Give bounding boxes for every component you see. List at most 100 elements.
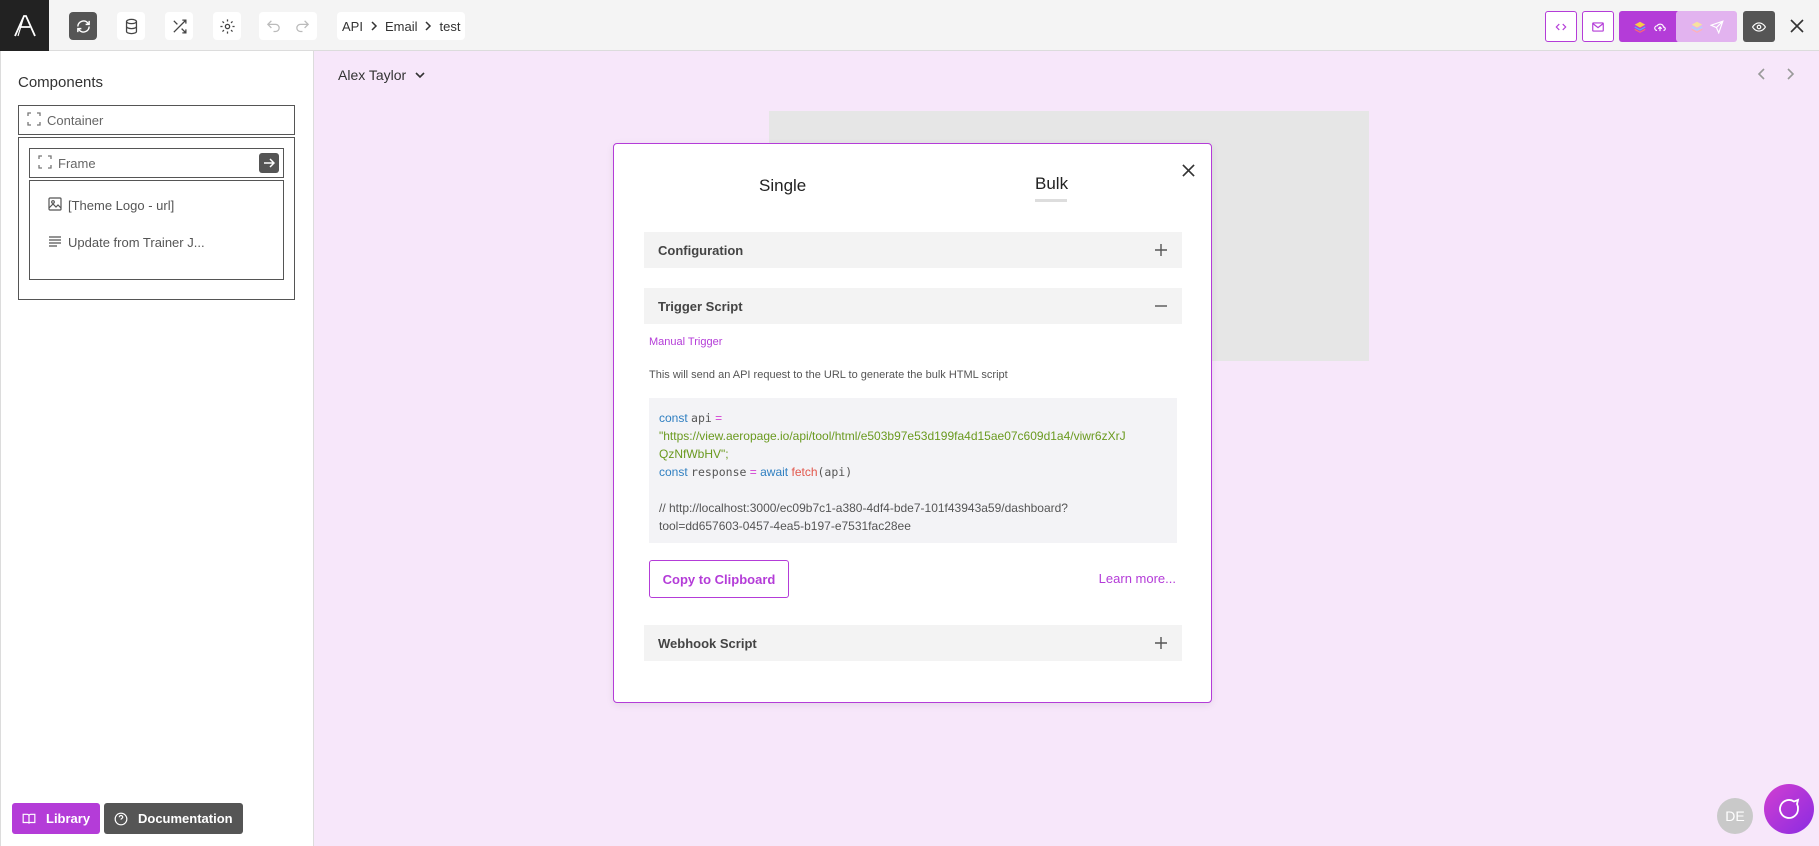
code-operator: = (715, 411, 723, 425)
configuration-accordion[interactable]: Configuration (644, 232, 1182, 268)
component-container[interactable]: Container (18, 105, 295, 135)
component-update-text[interactable]: Update from Trainer J... (48, 234, 205, 251)
user-selector[interactable]: Alex Taylor (338, 67, 426, 83)
code-keyword: const (659, 411, 688, 425)
email-button[interactable] (1582, 11, 1614, 42)
help-circle-icon (114, 812, 128, 825)
code-operator: = (749, 465, 757, 479)
learn-more-link[interactable]: Learn more... (1099, 571, 1176, 586)
frame-label: Frame (58, 155, 96, 171)
modal-close-button[interactable] (1178, 160, 1198, 180)
documentation-label: Documentation (138, 811, 233, 826)
breadcrumb-item-test[interactable]: test (439, 19, 460, 34)
top-toolbar: API Email test (0, 0, 1819, 51)
breadcrumb-item-email[interactable]: Email (385, 19, 418, 34)
close-editor-button[interactable] (1787, 16, 1807, 36)
cloud-upload-icon (1653, 23, 1666, 31)
plus-icon (1155, 244, 1167, 256)
copy-to-clipboard-button[interactable]: Copy to Clipboard (649, 560, 789, 598)
arrow-right-icon (264, 158, 275, 168)
undo-redo-group (259, 12, 317, 40)
accordion-title: Trigger Script (658, 298, 743, 314)
refresh-icon (76, 19, 90, 33)
code-function: fetch (791, 465, 818, 479)
webhook-script-accordion[interactable]: Webhook Script (644, 625, 1182, 661)
sidebar-title: Components (18, 74, 104, 91)
avatar[interactable]: DE (1717, 798, 1753, 834)
text-lines-icon (48, 234, 62, 251)
code-keyword: await (760, 465, 789, 479)
active-tab-indicator (1035, 199, 1067, 202)
tab-single[interactable]: Single (759, 176, 806, 196)
frame-navigate-button[interactable] (259, 153, 279, 173)
code-args: (api) (817, 465, 853, 479)
code-url-line1: "https://view.aeropage.io/api/tool/html/… (659, 429, 1126, 443)
accordion-title: Webhook Script (658, 635, 757, 651)
code-url-line2: QzNfWbHV"; (659, 447, 729, 461)
tab-bulk[interactable]: Bulk (1035, 174, 1068, 194)
shuffle-button[interactable] (165, 12, 193, 40)
trigger-code-block: const api = "https://view.aeropage.io/ap… (649, 398, 1177, 543)
code-comment-line2: tool=dd657603-0457-4ea5-b197-e7531fac28e… (659, 519, 911, 533)
container-children: Frame [Theme Logo - url] Update from Tra… (18, 137, 295, 300)
close-icon (1181, 163, 1195, 177)
code-keyword: const (659, 465, 688, 479)
accordion-title: Configuration (658, 242, 744, 258)
chat-bubble-icon (1779, 798, 1800, 819)
redo-icon[interactable] (294, 18, 311, 35)
mail-icon (1592, 21, 1604, 32)
send-button[interactable] (1676, 11, 1737, 42)
logo-icon (13, 14, 36, 36)
manual-trigger-label: Manual Trigger (649, 336, 723, 348)
image-icon (48, 197, 62, 214)
shuffle-icon (172, 18, 187, 34)
expand-icon (38, 154, 52, 172)
trigger-script-accordion[interactable]: Trigger Script (644, 288, 1182, 324)
chevron-right-icon[interactable] (1783, 67, 1797, 81)
component-label: [Theme Logo - url] (68, 198, 175, 213)
database-icon (125, 18, 137, 34)
database-button[interactable] (117, 12, 145, 40)
code-var: response (691, 465, 747, 479)
component-label: Update from Trainer J... (68, 235, 205, 250)
components-sidebar: Components Container Frame [Theme Logo -… (0, 51, 314, 846)
close-icon (1790, 19, 1804, 33)
page-navigation (1755, 67, 1797, 81)
breadcrumb-item-api[interactable]: API (342, 19, 363, 34)
sync-button[interactable] (69, 12, 97, 40)
gear-icon (219, 18, 235, 34)
expand-icon (27, 111, 41, 129)
publish-button[interactable] (1619, 11, 1680, 42)
minus-icon (1155, 305, 1167, 307)
container-label: Container (47, 112, 104, 128)
chevron-right-icon (369, 21, 379, 31)
chevron-left-icon[interactable] (1755, 67, 1769, 81)
trigger-description: This will send an API request to the URL… (649, 369, 1008, 381)
library-label: Library (46, 811, 91, 826)
library-button[interactable]: Library (12, 803, 101, 834)
undo-icon[interactable] (265, 18, 282, 35)
code-view-button[interactable] (1545, 11, 1577, 42)
chevron-down-icon (415, 72, 425, 79)
api-script-modal: Single Bulk Configuration Trigger Script… (613, 143, 1212, 703)
plus-icon (1155, 637, 1167, 649)
frame-children: [Theme Logo - url] Update from Trainer J… (29, 180, 284, 280)
code-comment-line1: // http://localhost:3000/ec09b7c1-a380-4… (659, 501, 1068, 515)
layers-icon (1690, 21, 1703, 33)
code-icon (1555, 23, 1567, 30)
user-name: Alex Taylor (338, 67, 407, 83)
component-frame[interactable]: Frame (29, 148, 284, 178)
component-theme-logo[interactable]: [Theme Logo - url] (48, 197, 174, 214)
preview-button[interactable] (1743, 11, 1775, 42)
eye-icon (1752, 21, 1766, 32)
book-icon (22, 813, 36, 824)
chevron-right-icon (423, 21, 433, 31)
app-logo[interactable] (0, 0, 49, 51)
layers-icon (1633, 21, 1646, 33)
code-var: api (691, 411, 712, 425)
settings-button[interactable] (213, 12, 241, 40)
breadcrumb: API Email test (337, 12, 466, 40)
paper-plane-icon (1709, 19, 1724, 34)
documentation-button[interactable]: Documentation (104, 803, 243, 834)
chat-button[interactable] (1764, 784, 1814, 834)
